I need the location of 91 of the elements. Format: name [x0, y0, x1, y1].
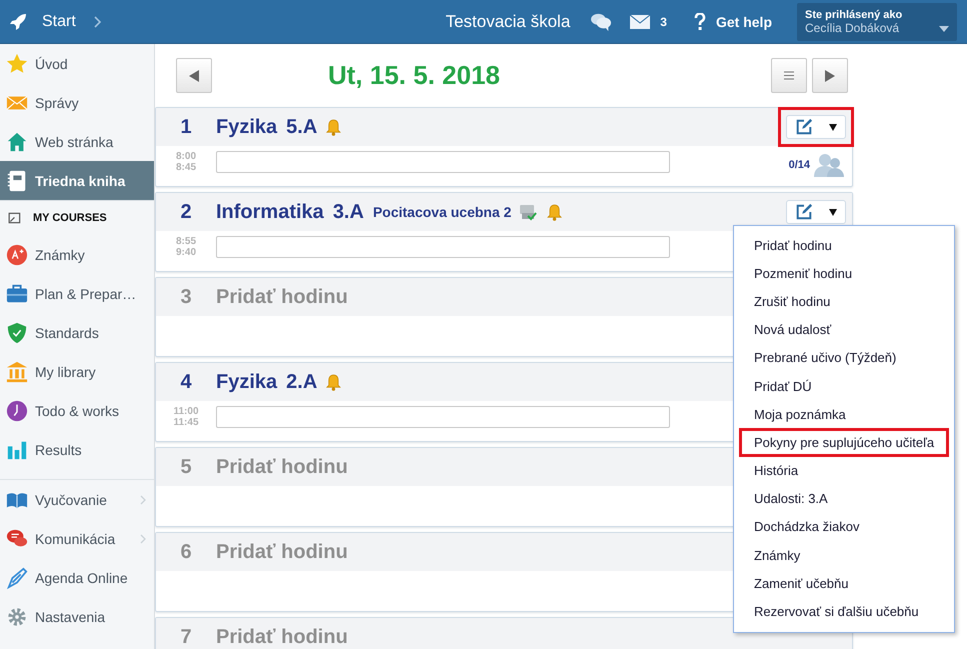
rocket-icon — [8, 12, 28, 32]
caret-icon — [939, 26, 949, 32]
school-name: Testovacia škola — [446, 12, 570, 32]
help-link[interactable]: Get help — [716, 14, 772, 30]
lesson-time: 11:00 11:45 — [172, 406, 200, 428]
edit-icon — [795, 203, 813, 221]
lesson-time: 8:55 9:40 — [174, 236, 197, 258]
date-heading: Ut, 15. 5. 2018 — [327, 60, 501, 91]
briefcase-icon — [6, 282, 28, 304]
chat-icon — [6, 528, 28, 550]
grade-icon — [6, 244, 28, 266]
gear-icon — [6, 606, 28, 628]
notebook-icon — [6, 170, 28, 192]
attendance-count: 0/14 — [788, 159, 810, 171]
caret-icon — [829, 208, 837, 216]
clock-icon — [6, 400, 28, 422]
sidebar-item[interactable]: Todo & works — [0, 391, 154, 430]
menu-item[interactable]: Pozmeniť hodinu — [734, 259, 954, 288]
sidebar-item[interactable]: Nastavenia — [0, 597, 154, 636]
caret-icon — [829, 124, 837, 130]
edit-icon — [795, 118, 813, 136]
user-menu[interactable]: Ste prihlásený ako Cecília Dobáková — [797, 2, 957, 40]
menu-item[interactable]: Udalosti: 3.A — [734, 484, 954, 513]
lesson-number: 4 — [179, 370, 193, 394]
lesson-number: 6 — [179, 540, 193, 564]
subject-name[interactable]: Fyzika — [216, 116, 278, 138]
menu-item[interactable]: Moja poznámka — [734, 400, 954, 428]
menu-item[interactable]: Rezervovať si ďalšiu učebňu — [734, 597, 954, 626]
sidebar-item[interactable]: Úvod — [0, 44, 154, 83]
chat-icon[interactable] — [590, 12, 612, 32]
sidebar-item[interactable]: Web stránka — [0, 122, 154, 161]
chevron-right-icon — [140, 494, 146, 504]
menu-item[interactable]: Prebrané učivo (Týždeň) — [734, 344, 954, 372]
bell-icon — [326, 374, 342, 390]
lesson-time: 8:00 8:45 — [174, 151, 197, 173]
envelope-icon[interactable] — [630, 14, 650, 28]
topic-field[interactable] — [216, 236, 670, 258]
menu-item[interactable]: Nová udalosť — [734, 316, 954, 344]
topic-field[interactable] — [216, 151, 670, 173]
triangle-left-icon — [189, 70, 199, 82]
room-name: Pocitacova ucebna 2 — [372, 204, 512, 220]
help-icon[interactable] — [694, 12, 706, 30]
menu-item[interactable]: Pokyny pre suplujúceho učiteľa — [739, 428, 949, 456]
sidebar-item[interactable]: Vyučovanie — [0, 479, 154, 519]
menu-icon — [784, 71, 794, 80]
menu-item[interactable]: Známky — [734, 541, 954, 570]
triangle-right-icon — [825, 70, 835, 82]
edit-dropdown-button[interactable] — [786, 200, 846, 224]
library-icon — [6, 360, 28, 382]
house-icon — [6, 130, 28, 152]
next-day-button[interactable] — [812, 58, 848, 93]
menu-item[interactable]: Zameniť učebňu — [734, 569, 954, 598]
star-icon — [6, 52, 28, 74]
shield-icon — [6, 322, 28, 344]
sidebar-item[interactable]: Triedna kniha — [0, 161, 154, 200]
class-name: 3.A — [332, 200, 364, 224]
sidebar-item[interactable]: Standards — [0, 313, 154, 352]
menu-item[interactable]: Dochádzka žiakov — [734, 512, 954, 542]
subject-name[interactable]: Informatika — [216, 200, 324, 224]
lesson-number: 5 — [179, 456, 193, 478]
sidebar-item[interactable]: Správy — [0, 83, 154, 122]
lesson-number: 3 — [179, 286, 193, 308]
chevron-right-icon — [140, 534, 146, 544]
previous-day-button[interactable] — [176, 58, 212, 93]
sidebar-item[interactable]: Agenda Online — [0, 558, 154, 597]
chevron-right-icon[interactable] — [94, 16, 102, 28]
message-count: 3 — [660, 14, 667, 28]
sidebar-item[interactable]: Známky — [0, 235, 154, 274]
lesson-number: 2 — [179, 200, 193, 224]
class-name: 5.A — [286, 116, 318, 138]
lesson-number: 1 — [179, 116, 193, 138]
section-heading: MY COURSES — [0, 200, 154, 235]
sidebar-item[interactable]: Results — [0, 430, 154, 469]
edit-dropdown-button[interactable] — [786, 115, 846, 139]
menu-item[interactable]: Pridať DÚ — [734, 372, 954, 400]
menu-item[interactable]: Zrušiť hodinu — [734, 287, 954, 316]
bell-icon — [326, 118, 342, 136]
pen-icon — [6, 566, 28, 588]
menu-item[interactable]: História — [734, 456, 954, 485]
topic-field[interactable] — [216, 406, 670, 428]
sidebar-item[interactable]: My library — [0, 352, 154, 391]
subject-name[interactable]: Fyzika — [216, 370, 278, 394]
sidebar-item[interactable]: Plan & Prepar… — [0, 274, 154, 313]
lesson-number: 7 — [179, 626, 193, 648]
start-link[interactable]: Start — [42, 12, 76, 30]
sidebar-item[interactable]: Komunikácia — [0, 519, 154, 558]
computer-check-icon — [519, 203, 538, 221]
list-view-button[interactable] — [771, 58, 807, 93]
menu-item[interactable]: Pridať hodinu — [734, 231, 954, 260]
class-name: 2.A — [286, 370, 318, 394]
bell-icon — [547, 204, 562, 220]
